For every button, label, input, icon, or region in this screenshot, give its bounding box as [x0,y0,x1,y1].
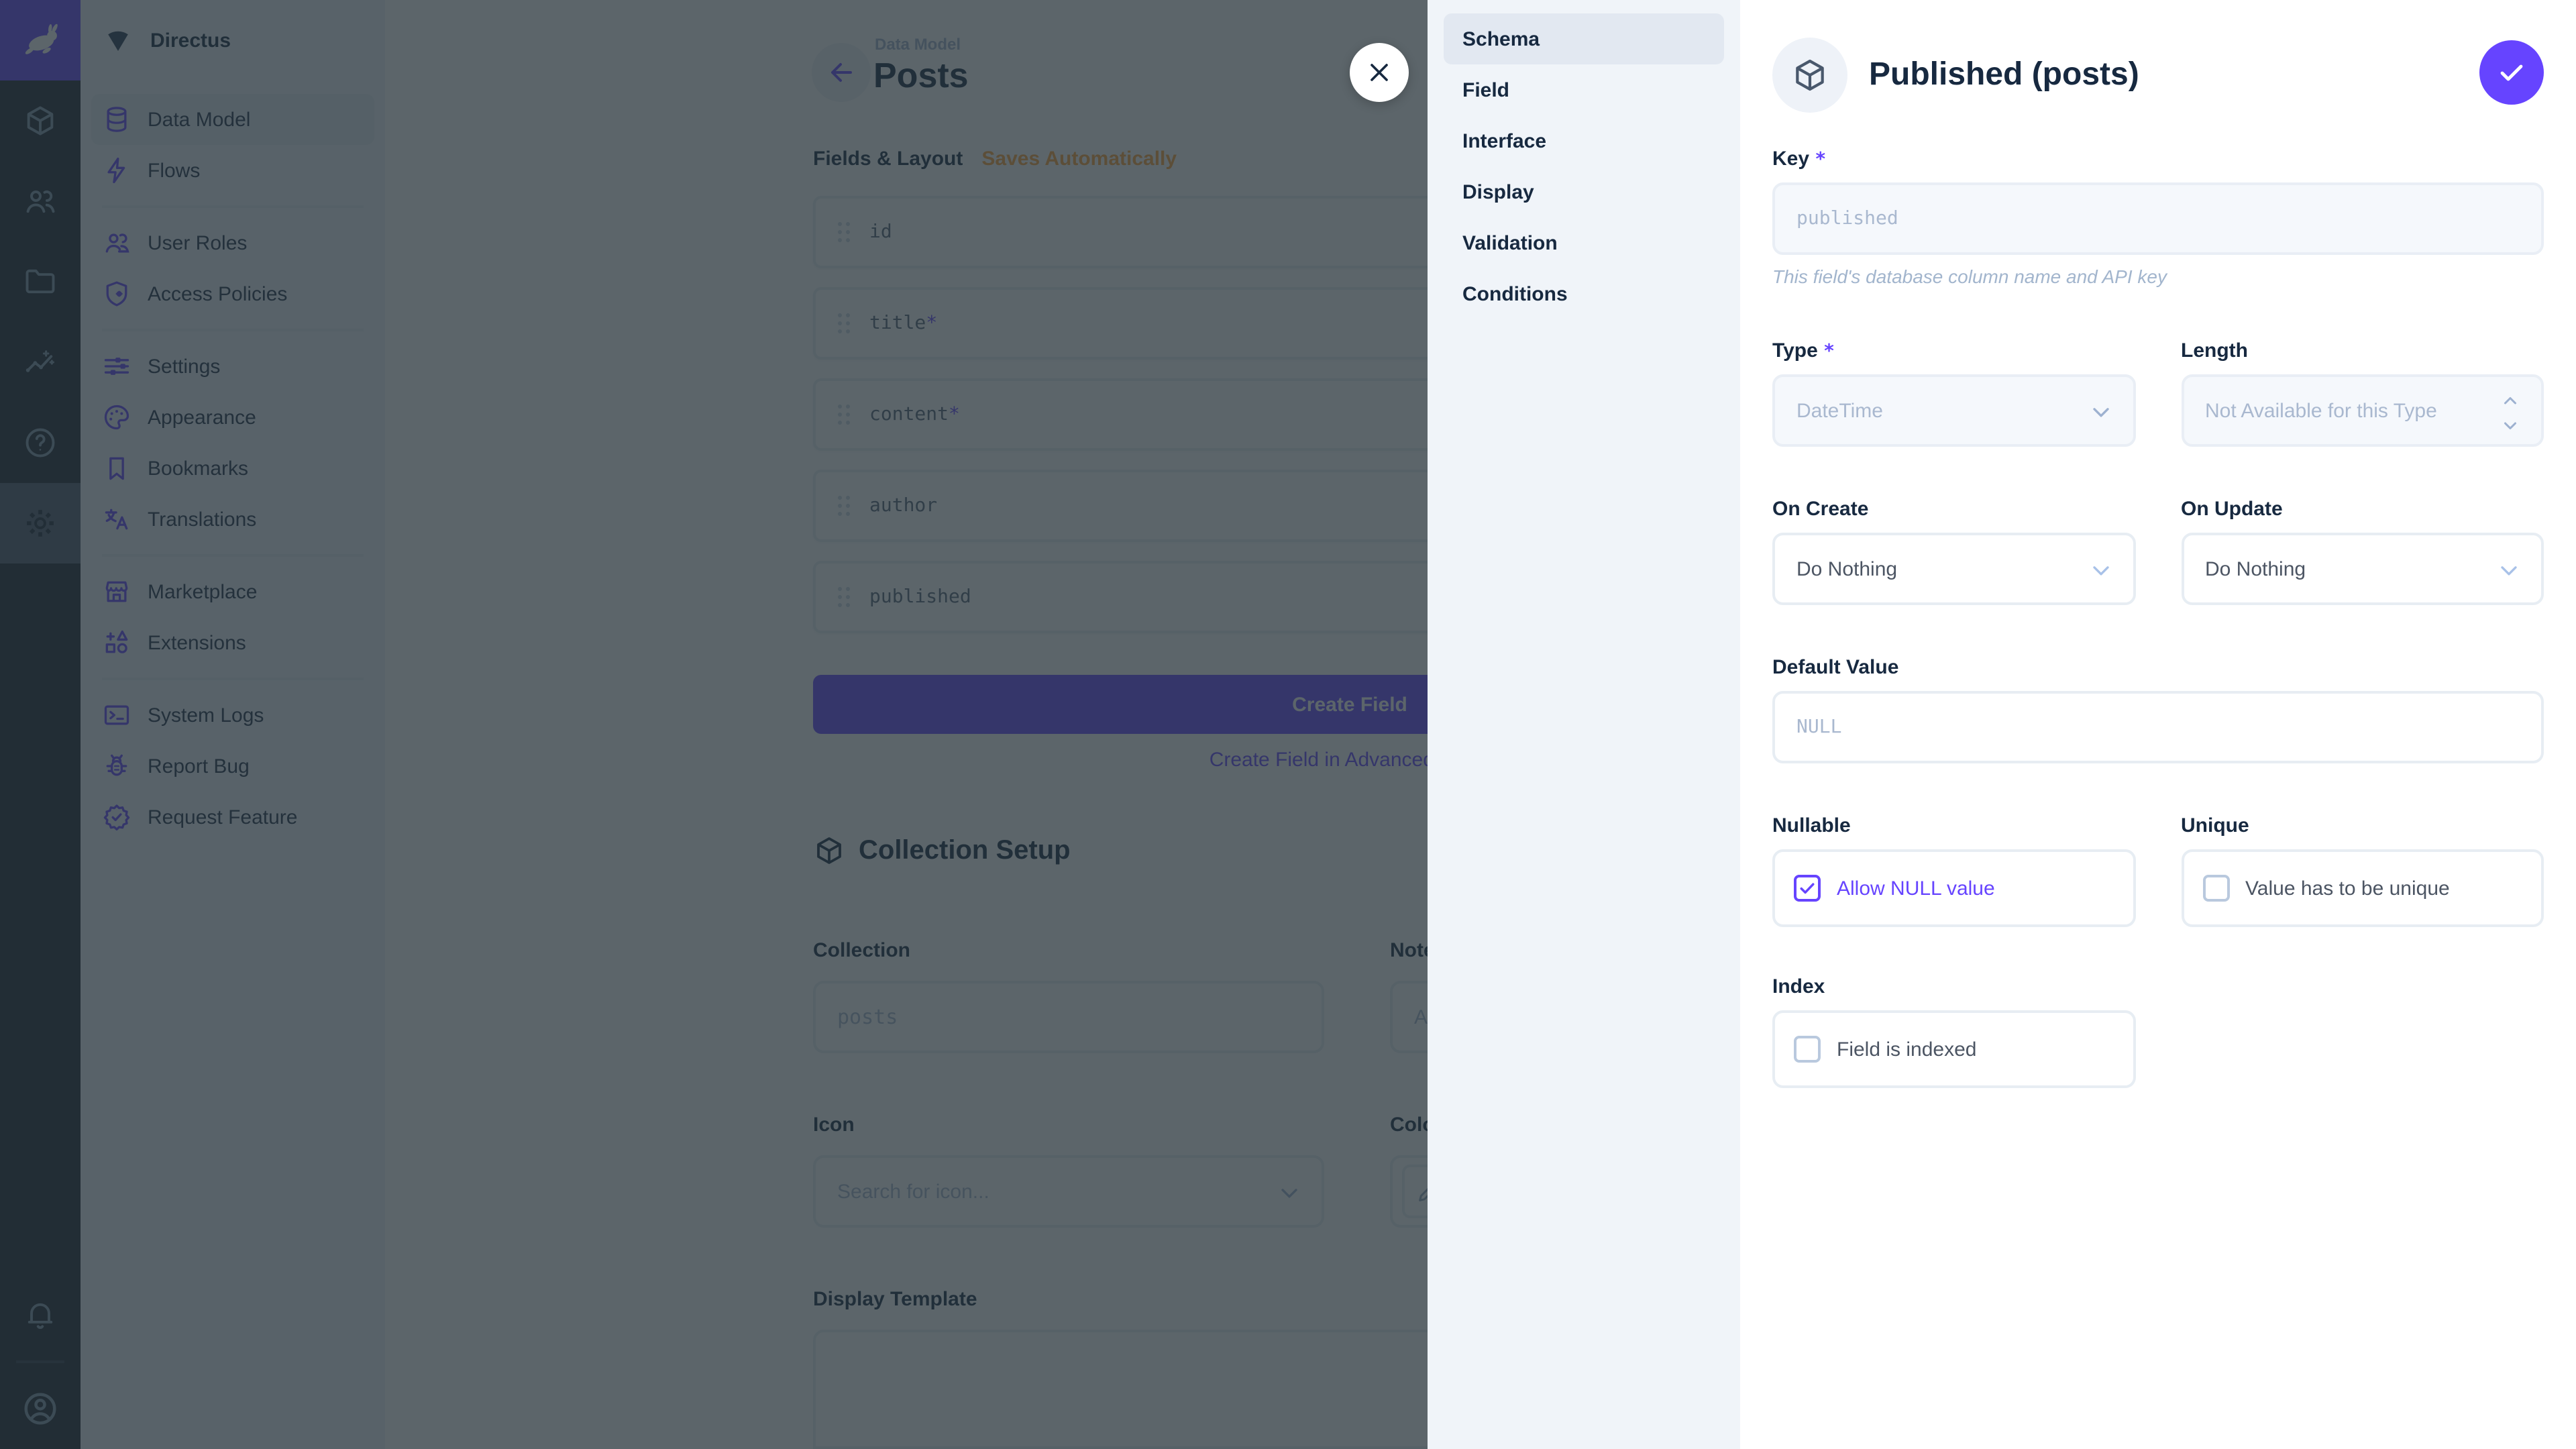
on-create-label: On Create [1772,498,2135,522]
save-button[interactable] [2479,40,2544,105]
length-input-wrapper [2181,374,2544,447]
tab-schema[interactable]: Schema [1444,13,1724,64]
key-input-wrapper [1772,182,2544,255]
required-mark: * [1815,149,1826,170]
default-value-label: Default Value [1772,656,2544,680]
tab-conditions[interactable]: Conditions [1444,268,1724,319]
nullable-checkbox-row[interactable]: Allow NULL value [1772,849,2135,927]
on-update-value [2184,535,2541,602]
close-icon [1364,58,1394,87]
type-select-value [1775,377,2133,444]
unique-checkbox-row[interactable]: Value has to be unique [2181,849,2544,927]
drawer-header: Published (posts) [1772,38,2544,113]
tab-interface[interactable]: Interface [1444,115,1724,166]
unique-checkbox-label: Value has to be unique [2245,877,2450,900]
required-mark: * [1823,341,1835,362]
field-box-icon [1772,38,1847,113]
nullable-label: Nullable [1772,814,2135,839]
drawer-nav: Schema Field Interface Display Validatio… [1428,0,1740,1449]
key-note: This field's database column name and AP… [1772,266,2544,288]
unique-label: Unique [2181,814,2544,839]
length-label: Length [2181,339,2544,364]
drawer-title: Published (posts) [1869,56,2139,94]
length-input[interactable] [2184,377,2541,444]
checkbox-unchecked-icon[interactable] [1794,1036,1821,1063]
key-input[interactable] [1775,185,2541,252]
on-create-value [1775,535,2133,602]
on-create-select[interactable] [1772,533,2135,605]
on-update-label: On Update [2181,498,2544,522]
drawer-close-button[interactable] [1350,43,1409,102]
drawer-dim-overlay[interactable] [0,0,1428,1449]
tab-field[interactable]: Field [1444,64,1724,115]
tab-validation[interactable]: Validation [1444,217,1724,268]
checkbox-unchecked-icon[interactable] [2202,875,2229,902]
tab-display[interactable]: Display [1444,166,1724,217]
nullable-checkbox-label: Allow NULL value [1837,877,1995,900]
index-checkbox-label: Field is indexed [1837,1038,1976,1061]
default-value-input-wrapper [1772,691,2544,763]
index-checkbox-row[interactable]: Field is indexed [1772,1010,2135,1088]
drawer-content: Published (posts) Key * This field's dat… [1740,0,2576,1449]
type-select[interactable] [1772,374,2135,447]
on-update-select[interactable] [2181,533,2544,605]
index-label: Index [1772,975,2544,1000]
directus-app: Directus Data Model Flows User Roles Acc… [0,0,2576,1449]
checkbox-checked-icon[interactable] [1794,875,1821,902]
type-label: Type * [1772,339,2135,364]
key-label: Key * [1772,148,2544,172]
field-detail-drawer: Schema Field Interface Display Validatio… [1428,0,2576,1449]
check-icon [2496,56,2528,89]
default-value-input[interactable] [1775,694,2541,761]
